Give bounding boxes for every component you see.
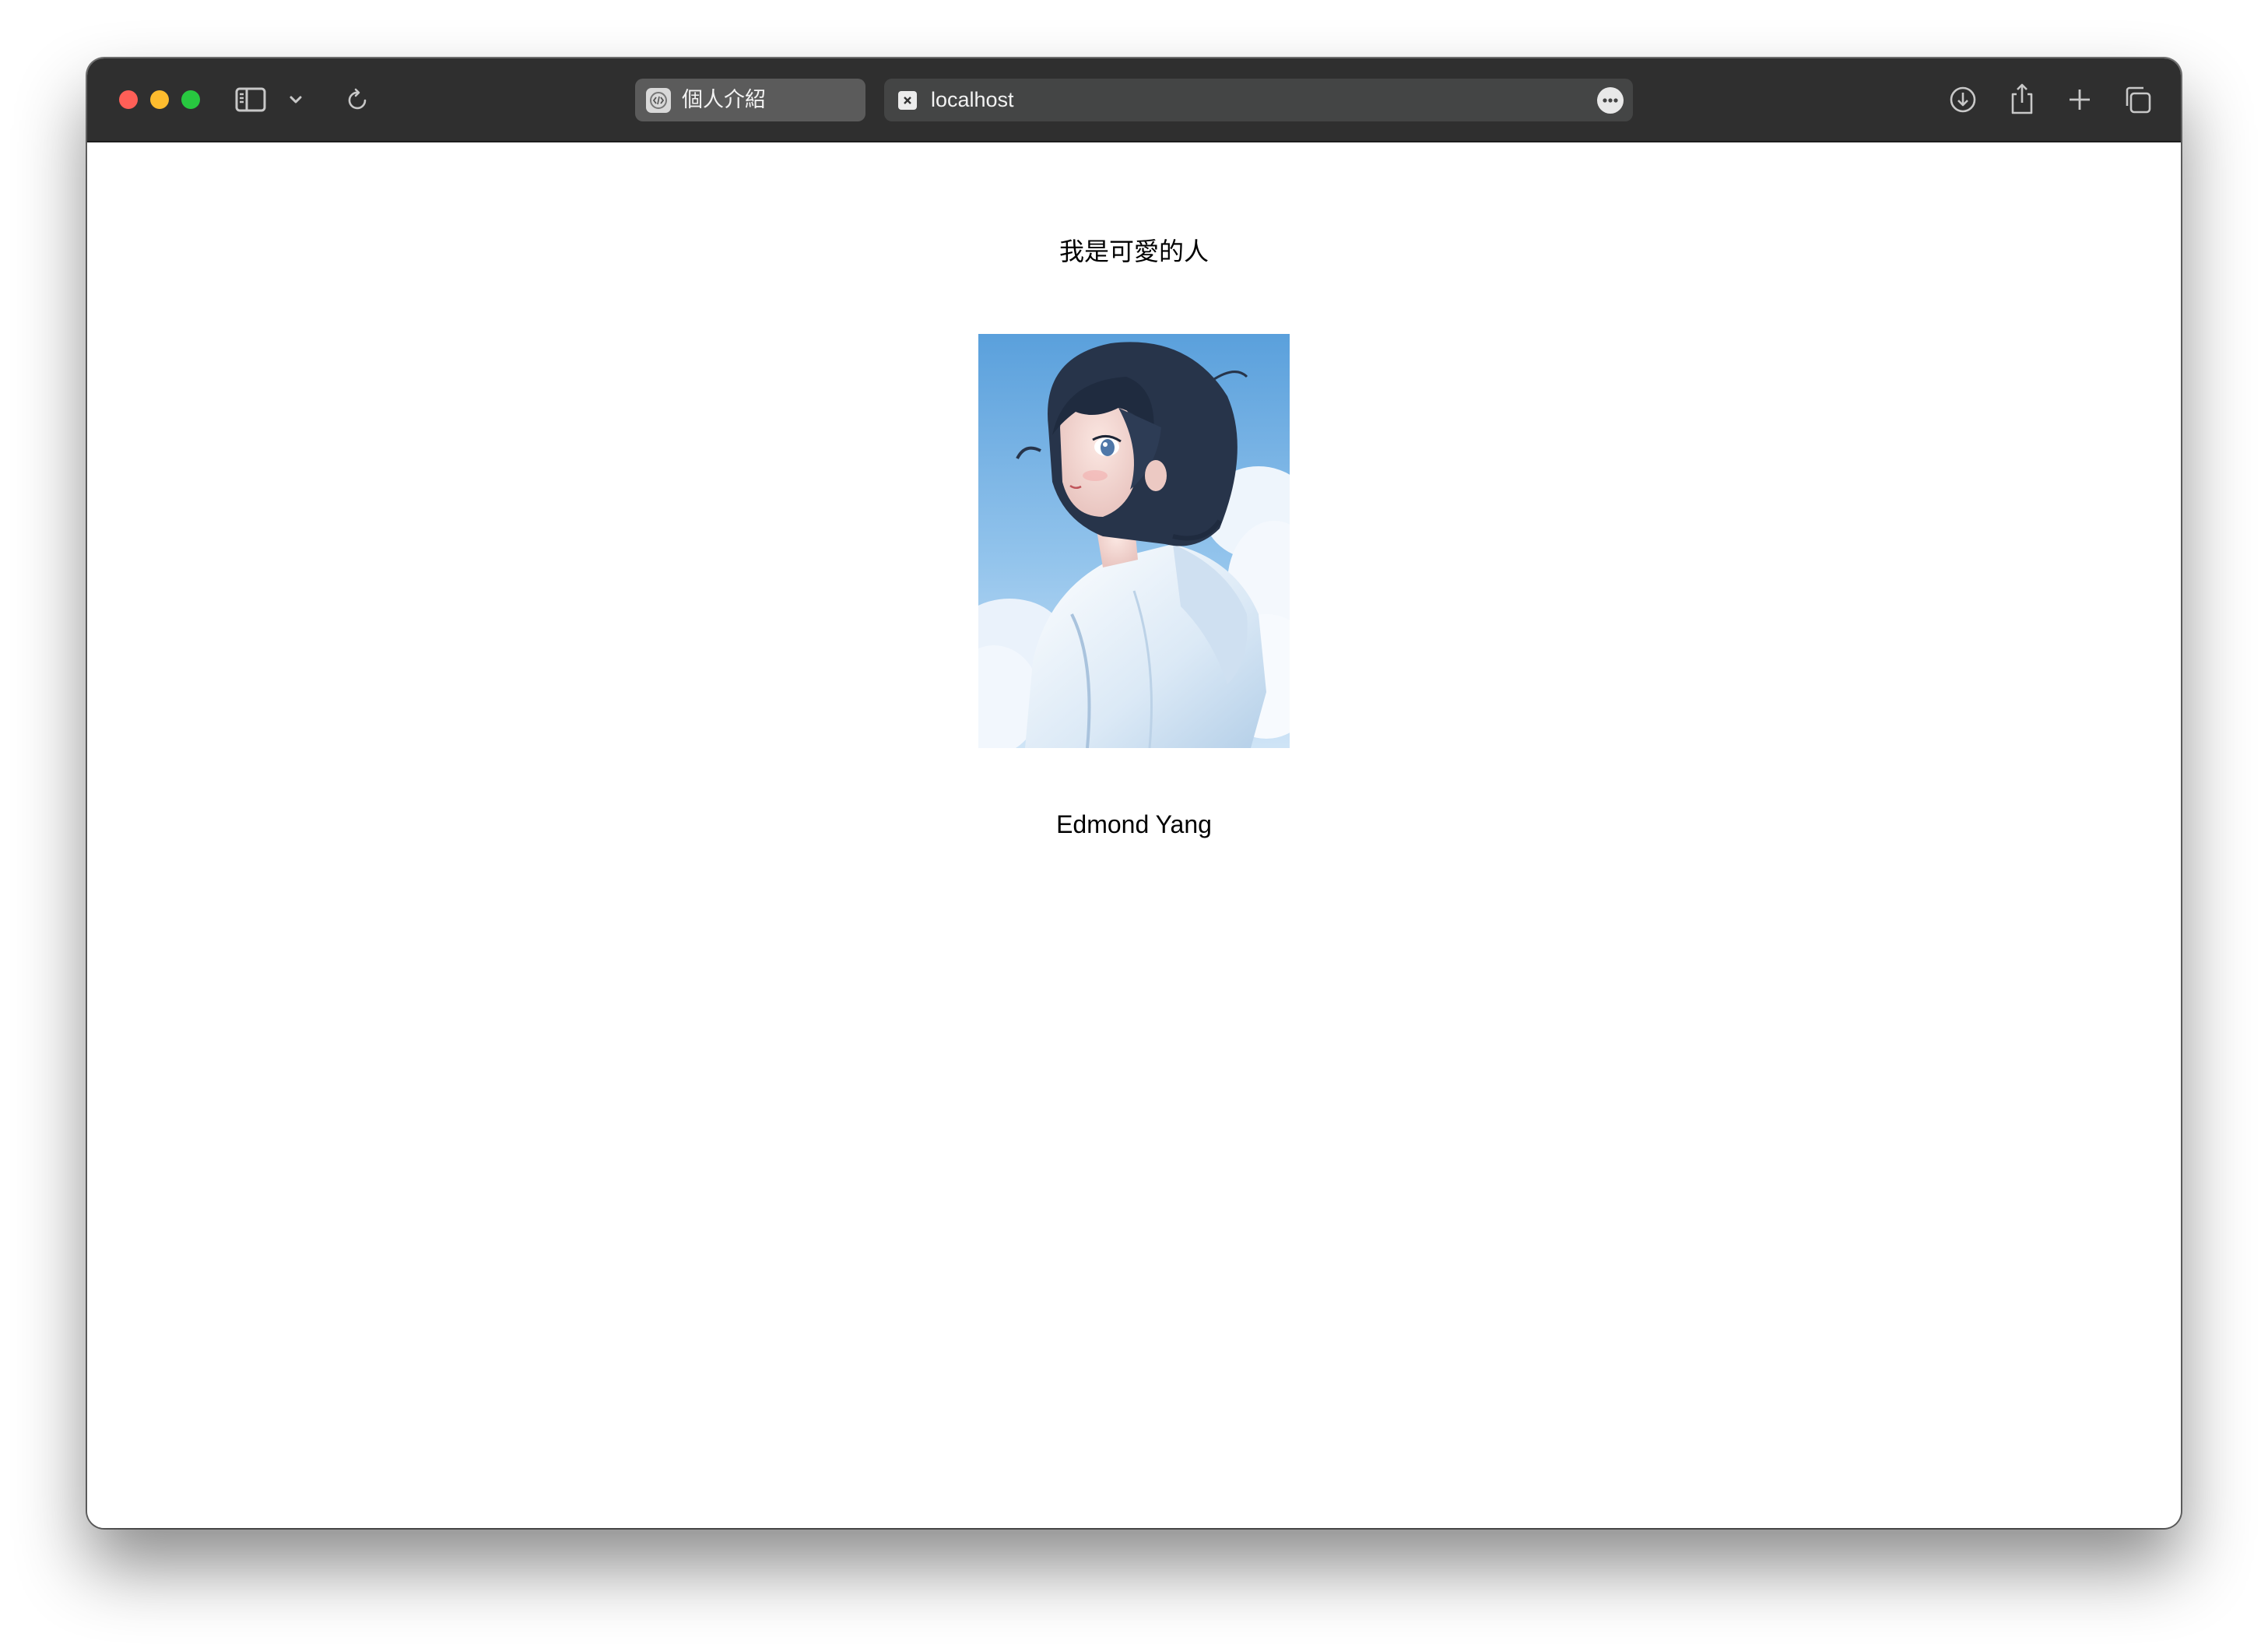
page-heading: 我是可愛的人 (1059, 237, 1209, 265)
sidebar-toggle-icon[interactable] (235, 85, 266, 114)
browser-window: 個人介紹 localhost 我是可愛的人 Edmond Yang (87, 58, 2181, 1528)
more-options-icon[interactable] (1597, 87, 1624, 114)
tab-label: localhost (931, 88, 1014, 111)
tab-localhost[interactable]: localhost (884, 79, 1633, 121)
share-icon[interactable] (2006, 81, 2038, 117)
chevron-down-icon[interactable] (286, 90, 305, 110)
screenshot-stage: 個人介紹 localhost 我是可愛的人 Edmond Yang (0, 0, 2268, 1644)
close-tab-icon[interactable] (898, 91, 917, 110)
tab-overview-icon[interactable] (2122, 84, 2153, 115)
profile-image (978, 334, 1290, 748)
page-content: 我是可愛的人 Edmond Yang (87, 142, 2181, 1528)
tab-personal-intro[interactable]: 個人介紹 (635, 79, 865, 121)
close-window-button[interactable] (119, 90, 138, 109)
reload-icon[interactable] (344, 85, 372, 114)
tab-label: 個人介紹 (682, 88, 766, 111)
new-tab-icon[interactable] (2064, 84, 2095, 115)
profile-name: Edmond Yang (1056, 810, 1212, 838)
zoom-window-button[interactable] (181, 90, 200, 109)
code-page-icon (646, 88, 671, 113)
download-icon[interactable] (1947, 84, 1978, 115)
browser-toolbar: 個人介紹 localhost (87, 58, 2181, 142)
minimize-window-button[interactable] (150, 90, 169, 109)
